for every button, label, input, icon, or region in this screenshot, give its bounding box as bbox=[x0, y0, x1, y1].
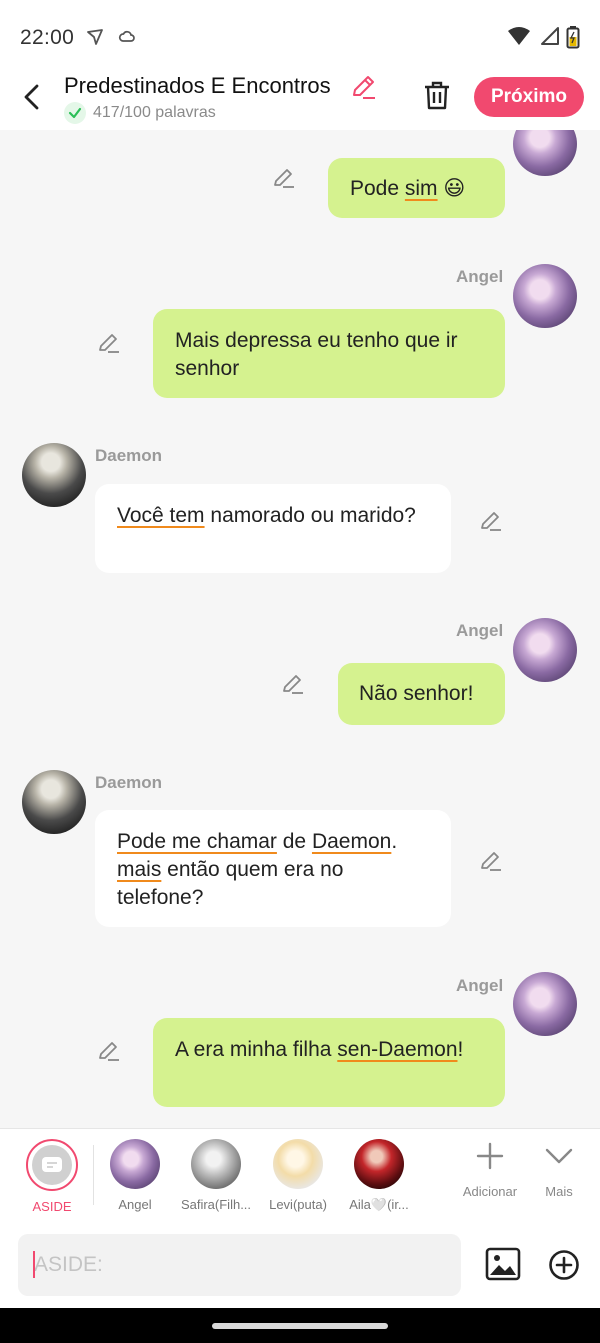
message-bubble[interactable]: A era minha filha sen-Daemon! bbox=[153, 1018, 505, 1107]
check-icon bbox=[64, 102, 86, 124]
avatar-daemon[interactable] bbox=[22, 770, 86, 834]
avatar-daemon[interactable] bbox=[22, 443, 86, 507]
more-label: Mais bbox=[545, 1184, 573, 1199]
message-text-end: ! bbox=[457, 1038, 464, 1061]
character-safira[interactable]: Safira(Filh... bbox=[176, 1139, 256, 1212]
wifi-icon bbox=[508, 27, 530, 45]
location-arrow-icon bbox=[87, 29, 103, 45]
avatar-angel[interactable] bbox=[513, 618, 577, 682]
trash-icon[interactable] bbox=[423, 80, 451, 112]
sender-name: Angel bbox=[456, 267, 504, 286]
message-text-underlined: sen-Daemon bbox=[337, 1038, 458, 1061]
avatar-levi bbox=[273, 1139, 323, 1189]
word-count-row: 417/100 palavras bbox=[64, 102, 216, 124]
message-text-start: Pode bbox=[350, 177, 405, 200]
message-text-start: A era minha filha bbox=[175, 1038, 338, 1061]
cloud-icon bbox=[118, 30, 135, 42]
message-text-end: 😃 bbox=[437, 177, 466, 200]
aside-icon bbox=[32, 1145, 72, 1185]
character-aila[interactable]: Aila🤍(ir... bbox=[339, 1139, 419, 1213]
avatar-safira bbox=[191, 1139, 241, 1189]
message-text-underlined: mais bbox=[117, 858, 162, 881]
avatar-angel bbox=[110, 1139, 160, 1189]
character-label: Angel bbox=[118, 1197, 152, 1212]
edit-message-icon[interactable] bbox=[281, 672, 305, 696]
character-label: ASIDE bbox=[32, 1199, 72, 1214]
word-count: 417/100 palavras bbox=[93, 104, 216, 121]
sender-name: Angel bbox=[456, 976, 504, 995]
message-text-underlined: Pode me chamar bbox=[117, 830, 277, 853]
message-bubble[interactable]: Mais depressa eu tenho que ir senhor bbox=[153, 309, 505, 398]
avatar-angel[interactable] bbox=[513, 264, 577, 328]
home-indicator[interactable] bbox=[212, 1323, 388, 1329]
message-input[interactable] bbox=[18, 1234, 461, 1296]
input-area bbox=[0, 1223, 600, 1308]
system-nav-bar bbox=[0, 1308, 600, 1343]
character-bar: ASIDE Angel Safira(Filh... Levi(puta) Ai… bbox=[0, 1128, 600, 1223]
edit-message-icon[interactable] bbox=[97, 1039, 121, 1063]
sender-name: Daemon bbox=[95, 446, 163, 465]
character-aside[interactable]: ASIDE bbox=[12, 1139, 92, 1214]
header: Predestinados E Encontros 417/100 palavr… bbox=[0, 72, 600, 130]
aside-selector[interactable] bbox=[26, 1139, 78, 1191]
message-text-middle: de bbox=[276, 830, 312, 853]
add-label: Adicionar bbox=[462, 1184, 518, 1199]
edit-message-icon[interactable] bbox=[97, 331, 121, 355]
edit-title-icon[interactable] bbox=[350, 74, 376, 100]
message-bubble[interactable]: Pode me chamar de Daemon. mais então que… bbox=[95, 810, 451, 927]
avatar-angel[interactable] bbox=[513, 130, 577, 176]
message-text-middle: . bbox=[391, 830, 398, 853]
message-text-underlined: Você tem bbox=[117, 504, 205, 527]
sender-name: Angel bbox=[456, 621, 504, 640]
next-button[interactable]: Próximo bbox=[474, 77, 584, 117]
avatar-aila bbox=[354, 1139, 404, 1189]
status-bar: 22:00 bbox=[0, 0, 600, 72]
add-character-button[interactable]: Adicionar bbox=[455, 1141, 525, 1199]
message-bubble[interactable]: Pode sim 😃 bbox=[328, 158, 505, 218]
more-button[interactable]: Mais bbox=[524, 1141, 594, 1199]
message-text-underlined: sim bbox=[404, 177, 438, 200]
text-cursor bbox=[33, 1251, 35, 1278]
character-label: Levi(puta) bbox=[269, 1197, 327, 1212]
divider bbox=[93, 1145, 94, 1205]
message-bubble[interactable]: Não senhor! bbox=[338, 663, 505, 725]
edit-message-icon[interactable] bbox=[479, 509, 503, 533]
character-label: Aila🤍(ir... bbox=[349, 1197, 409, 1212]
character-label: Safira(Filh... bbox=[180, 1197, 252, 1212]
back-button[interactable] bbox=[18, 80, 48, 114]
edit-message-icon[interactable] bbox=[479, 849, 503, 873]
avatar-angel[interactable] bbox=[513, 972, 577, 1036]
battery-icon bbox=[566, 26, 580, 49]
sender-name: Daemon bbox=[95, 773, 163, 792]
edit-message-icon[interactable] bbox=[272, 166, 296, 190]
chevron-down-icon bbox=[545, 1148, 573, 1164]
message-text-end: namorado ou marido? bbox=[204, 504, 416, 527]
chat-area[interactable]: Pode sim 😃 Angel Mais depressa eu tenho … bbox=[0, 130, 600, 1128]
message-text-underlined: Daemon bbox=[311, 830, 392, 853]
character-levi[interactable]: Levi(puta) bbox=[258, 1139, 338, 1212]
message-bubble[interactable]: Você tem namorado ou marido? bbox=[95, 484, 451, 573]
character-angel[interactable]: Angel bbox=[95, 1139, 175, 1212]
image-icon[interactable] bbox=[485, 1247, 521, 1281]
story-title: Predestinados E Encontros bbox=[64, 73, 331, 98]
add-circle-icon[interactable] bbox=[548, 1249, 580, 1281]
status-time: 22:00 bbox=[20, 26, 75, 49]
plus-icon bbox=[476, 1142, 504, 1170]
signal-icon bbox=[541, 27, 559, 45]
